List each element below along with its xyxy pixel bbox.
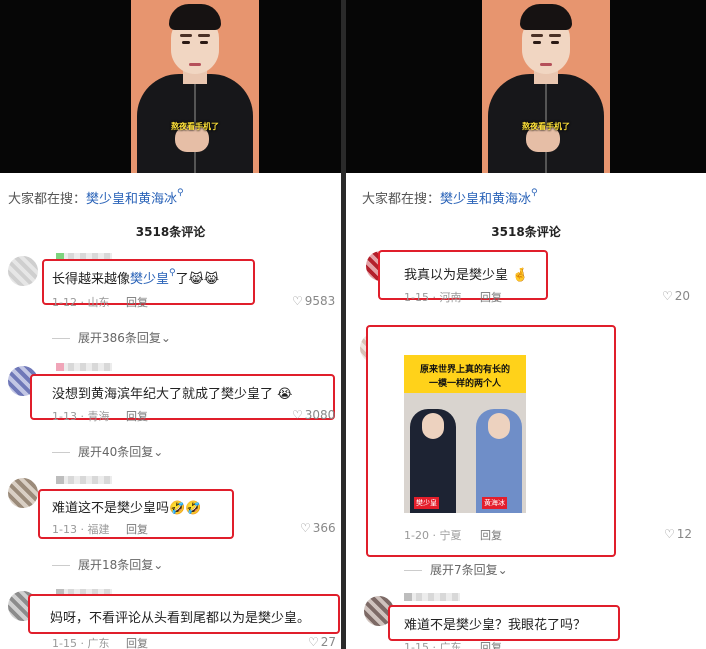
- reply-button[interactable]: 回复: [480, 289, 502, 305]
- like-button[interactable]: ♡ 366: [300, 521, 336, 535]
- username[interactable]: [56, 476, 112, 484]
- heart-icon: ♡: [292, 408, 303, 422]
- comment-text: 难道不是樊少皇？我眼花了吗？: [404, 618, 587, 633]
- search-icon: ⚲: [169, 268, 176, 278]
- search-prefix: 大家都在搜：: [362, 192, 441, 207]
- comment-count: 3518条评论: [135, 225, 206, 239]
- comment-date-location: 1-20 · 宁夏: [404, 529, 462, 542]
- comment-text: 没想到黄海滨年纪大了就成了樊少皇了 😭: [52, 387, 293, 402]
- video-caption: 熬夜看手机了: [522, 122, 570, 131]
- image-tag-left: 樊少皇: [414, 497, 439, 509]
- comment-date-location: 1-12 · 山东: [52, 296, 110, 309]
- search-suggestion[interactable]: 大家都在搜：樊少皇和黄海冰⚲: [8, 188, 184, 207]
- like-button[interactable]: ♡ 20: [662, 289, 690, 303]
- comment-date-location: 1-15 · 广东: [52, 637, 110, 649]
- left-screenshot-panel: 熬夜看手机了 大家都在搜：樊少皇和黄海冰⚲ 3518条评论 长得越来越像樊少皇⚲…: [0, 0, 341, 649]
- reply-button[interactable]: 回复: [126, 521, 148, 537]
- comment-sheet: 大家都在搜：樊少皇和黄海冰⚲ 3518条评论 长得越来越像樊少皇⚲了😹😹 1-1…: [0, 173, 341, 649]
- like-button[interactable]: ♡ 12: [664, 527, 692, 541]
- expand-replies-button[interactable]: 展开40条回复⌄: [52, 443, 163, 460]
- video-frame: 熬夜看手机了: [131, 0, 259, 173]
- avatar[interactable]: [8, 478, 38, 508]
- heart-icon: ♡: [308, 635, 319, 649]
- comment-text: 我真以为是樊少皇 🤞: [404, 268, 529, 283]
- image-tag-right: 黄海冰: [482, 497, 507, 509]
- comment-text: 妈呀，不看评论从头看到尾都以为是樊少皇。: [50, 611, 311, 626]
- username[interactable]: [56, 363, 112, 371]
- image-title-line1: 原来世界上真的有长的: [419, 365, 510, 375]
- reply-button[interactable]: 回复: [126, 294, 148, 310]
- comment-date-location: 1-13 · 福建: [52, 523, 110, 536]
- like-button[interactable]: ♡ 3080: [292, 408, 335, 422]
- reply-button[interactable]: 回复: [480, 639, 502, 649]
- expand-replies-button[interactable]: 展开18条回复⌄: [52, 556, 163, 573]
- comment-image[interactable]: 原来世界上真的有长的 一模一样的两个人 樊少皇 黄海冰: [404, 355, 526, 513]
- search-prefix: 大家都在搜：: [8, 192, 87, 207]
- comment-text: 长得越来越像樊少皇⚲了😹😹: [52, 268, 220, 287]
- video-caption: 熬夜看手机了: [171, 122, 219, 131]
- heart-icon: ♡: [300, 521, 311, 535]
- heart-icon: ♡: [662, 289, 673, 303]
- reply-button[interactable]: 回复: [480, 527, 502, 543]
- avatar[interactable]: [8, 256, 38, 286]
- comment-keyword-link[interactable]: 樊少皇: [130, 272, 169, 287]
- video-player[interactable]: 熬夜看手机了: [0, 0, 341, 173]
- comment-text: 难道这不是樊少皇吗🤣🤣: [52, 501, 202, 516]
- reply-button[interactable]: 回复: [126, 635, 148, 649]
- search-keyword[interactable]: 樊少皇和黄海冰: [440, 192, 531, 207]
- heart-icon: ♡: [292, 294, 303, 308]
- comment-date-location: 1-15 · 广东: [404, 641, 462, 649]
- like-button[interactable]: ♡ 9583: [292, 294, 335, 308]
- video-frame: 熬夜看手机了: [482, 0, 610, 173]
- heart-icon: ♡: [664, 527, 675, 541]
- expand-replies-button[interactable]: 展开7条回复⌄: [404, 561, 508, 578]
- comment-date-location: 1-13 · 青海: [52, 410, 110, 423]
- like-button[interactable]: ♡ 27: [308, 635, 336, 649]
- search-icon: ⚲: [531, 188, 538, 198]
- right-screenshot-panel: 熬夜看手机了 大家都在搜：樊少皇和黄海冰⚲ 3518条评论 我真以为是樊少皇 🤞…: [346, 0, 706, 649]
- search-icon: ⚲: [177, 188, 184, 198]
- reply-button[interactable]: 回复: [126, 408, 148, 424]
- comment-count: 3518条评论: [491, 225, 561, 239]
- search-suggestion[interactable]: 大家都在搜：樊少皇和黄海冰⚲: [362, 188, 538, 207]
- comment-date-location: 1-15 · 河南: [404, 291, 462, 304]
- expand-replies-button[interactable]: 展开386条回复⌄: [52, 329, 171, 346]
- video-player[interactable]: 熬夜看手机了: [346, 0, 706, 173]
- username[interactable]: [404, 593, 460, 601]
- search-keyword[interactable]: 樊少皇和黄海冰: [86, 192, 177, 207]
- image-title-line2: 一模一样的两个人: [428, 379, 501, 389]
- comment-sheet: 大家都在搜：樊少皇和黄海冰⚲ 3518条评论 我真以为是樊少皇 🤞 1-15 ·…: [346, 173, 706, 649]
